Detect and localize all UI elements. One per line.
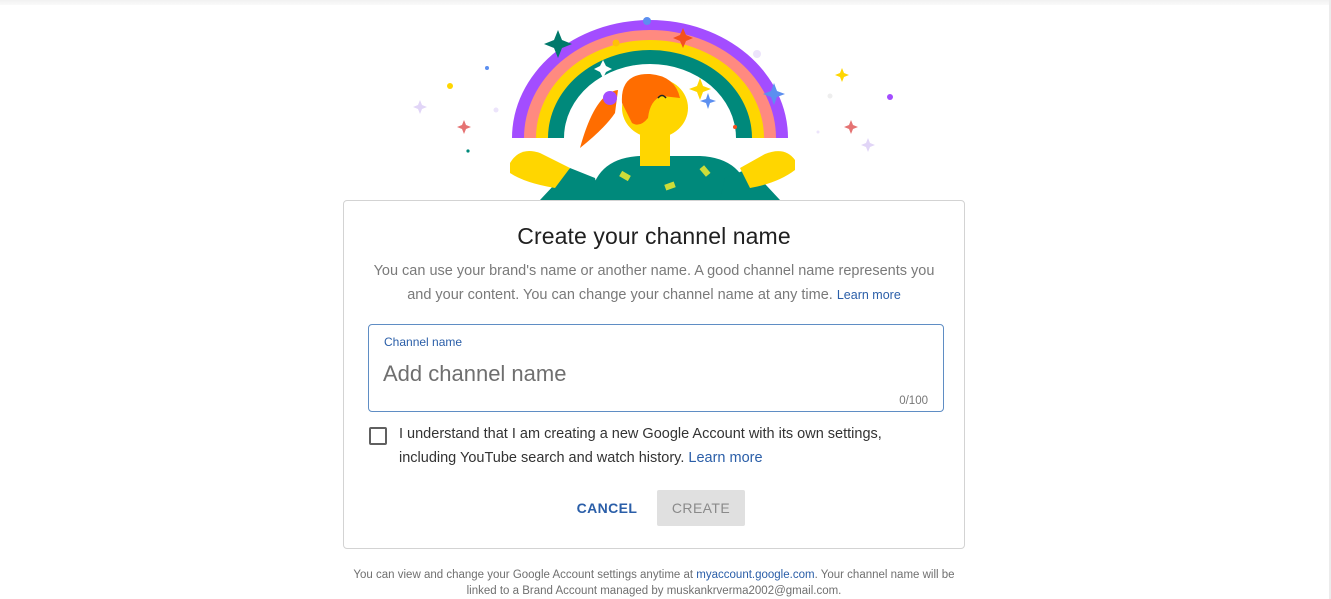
acknowledge-learn-more-link[interactable]: Learn more (688, 450, 762, 466)
channel-name-label: Channel name (384, 335, 463, 349)
dialog-description: You can use your brand's name or another… (372, 259, 936, 307)
acknowledge-checkbox[interactable] (369, 427, 387, 445)
acknowledge-text: I understand that I am creating a new Go… (399, 422, 939, 470)
rainbow-person-illustration-icon (413, 17, 893, 200)
acknowledge-label[interactable]: I understand that I am creating a new Go… (399, 426, 882, 466)
top-shadow-bar (0, 0, 1329, 5)
myaccount-link[interactable]: myaccount.google.com (696, 569, 814, 581)
channel-name-input[interactable] (383, 357, 923, 391)
footer-text-before: You can view and change your Google Acco… (353, 569, 697, 581)
character-counter: 0/100 (899, 395, 928, 407)
cancel-button[interactable]: CANCEL (566, 491, 648, 525)
create-channel-dialog: Create your channel name You can use you… (343, 200, 965, 549)
channel-name-field[interactable]: Channel name 0/100 (368, 324, 944, 412)
dialog-title: Create your channel name (517, 223, 791, 249)
footer-notice: You can view and change your Google Acco… (343, 567, 965, 599)
create-button[interactable]: CREATE (657, 490, 745, 526)
description-learn-more-link[interactable]: Learn more (837, 288, 901, 302)
